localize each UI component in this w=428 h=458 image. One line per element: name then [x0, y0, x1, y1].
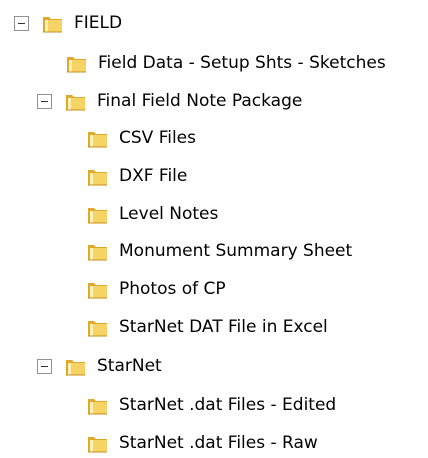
folder-icon	[64, 90, 87, 112]
tree-node-field[interactable]: FIELD	[14, 8, 122, 38]
tree-node-starnet-dat-files-edited[interactable]: StarNet .dat Files - Edited	[86, 390, 336, 420]
folder-icon	[41, 12, 64, 34]
tree-node-starnet[interactable]: StarNet	[37, 351, 162, 381]
tree-node-starnet-dat-files-raw[interactable]: StarNet .dat Files - Raw	[86, 428, 318, 458]
folder-tree: FIELD Field Data - Setup Shts - Sketches…	[0, 0, 428, 458]
tree-node-label: Level Notes	[119, 204, 219, 224]
tree-node-label: StarNet .dat Files - Edited	[119, 395, 337, 415]
collapse-toggle-icon[interactable]	[37, 93, 52, 109]
collapse-toggle-icon[interactable]	[37, 358, 52, 374]
folder-icon	[64, 355, 87, 377]
collapse-toggle-icon[interactable]	[14, 15, 29, 31]
tree-node-csv-files[interactable]: CSV Files	[86, 123, 196, 153]
tree-node-label: DXF File	[119, 166, 188, 186]
tree-node-label: Monument Summary Sheet	[119, 241, 353, 261]
folder-icon	[86, 127, 109, 149]
tree-node-label: Final Field Note Package	[97, 91, 303, 111]
folder-icon	[65, 52, 88, 74]
tree-node-starnet-dat-file-in-excel[interactable]: StarNet DAT File in Excel	[86, 312, 328, 342]
tree-node-photos-of-cp[interactable]: Photos of CP	[86, 274, 226, 304]
tree-node-label: StarNet	[97, 356, 162, 376]
folder-icon	[86, 278, 109, 300]
tree-node-field-data[interactable]: Field Data - Setup Shts - Sketches	[65, 48, 386, 78]
tree-node-final-field-note-package[interactable]: Final Field Note Package	[37, 86, 302, 116]
tree-node-level-notes[interactable]: Level Notes	[86, 199, 218, 229]
folder-icon	[86, 203, 109, 225]
tree-node-dxf-file[interactable]: DXF File	[86, 161, 187, 191]
folder-icon	[86, 316, 109, 338]
folder-icon	[86, 165, 109, 187]
tree-node-label: Photos of CP	[119, 279, 226, 299]
tree-node-label: StarNet .dat Files - Raw	[119, 433, 318, 453]
folder-icon	[86, 394, 109, 416]
tree-node-label: CSV Files	[119, 128, 196, 148]
tree-node-label: FIELD	[74, 13, 123, 33]
folder-icon	[86, 432, 109, 454]
tree-node-label: StarNet DAT File in Excel	[119, 317, 328, 337]
tree-node-monument-summary-sheet[interactable]: Monument Summary Sheet	[86, 236, 352, 266]
folder-icon	[86, 240, 109, 262]
tree-node-label: Field Data - Setup Shts - Sketches	[98, 53, 386, 73]
